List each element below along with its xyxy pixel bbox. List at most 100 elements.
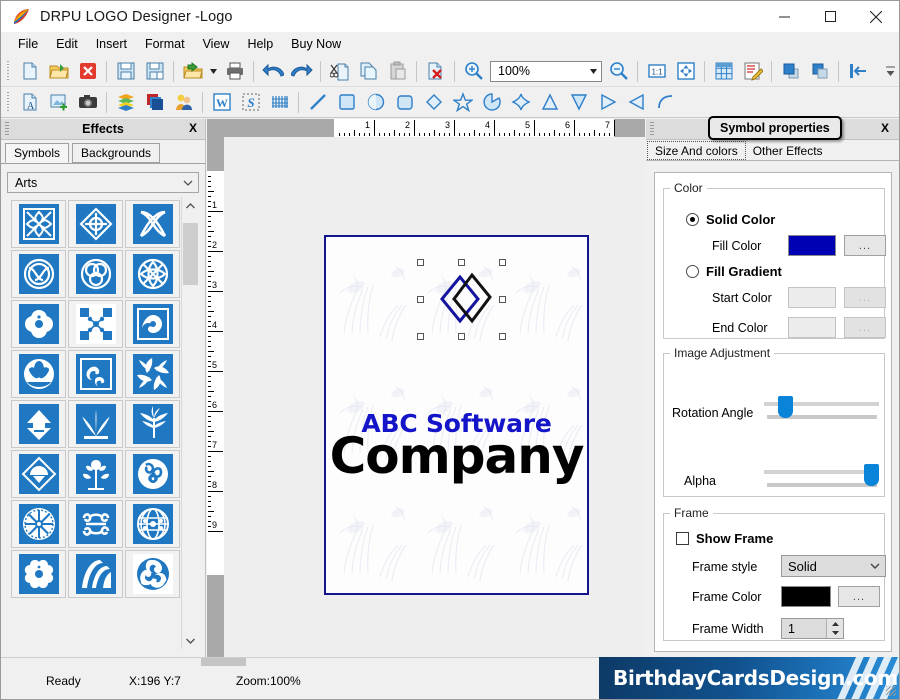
symbol-four-heart-clover[interactable] xyxy=(11,550,66,598)
export-dropdown-arrow-icon[interactable] xyxy=(208,58,219,85)
right-triangle-icon[interactable] xyxy=(594,89,621,116)
toolbar-overflow-icon[interactable] xyxy=(885,61,896,83)
symbol-properties-close-icon[interactable]: X xyxy=(881,121,889,135)
copy-icon[interactable] xyxy=(355,58,382,85)
selection-handle[interactable] xyxy=(458,259,465,266)
solid-color-radio[interactable] xyxy=(686,213,699,226)
barcode-icon[interactable] xyxy=(266,89,293,116)
selection-handle[interactable] xyxy=(499,333,506,340)
scrollbar-thumb[interactable] xyxy=(183,223,198,285)
resize-grip[interactable] xyxy=(886,686,896,696)
symbol-lotus-bloom[interactable] xyxy=(11,350,66,398)
insert-image-icon[interactable] xyxy=(45,89,72,116)
signature-icon[interactable]: S xyxy=(237,89,264,116)
slider-knob[interactable] xyxy=(778,396,793,418)
alpha-slider[interactable] xyxy=(764,464,879,490)
panel-grip[interactable] xyxy=(5,122,9,137)
four-point-star-icon[interactable] xyxy=(507,89,534,116)
cut-icon[interactable] xyxy=(326,58,353,85)
minimize-icon[interactable] xyxy=(761,1,807,32)
symbol-pinwheel-leaf[interactable] xyxy=(125,350,180,398)
down-triangle-icon[interactable] xyxy=(565,89,592,116)
close-document-icon[interactable] xyxy=(74,58,101,85)
maximize-icon[interactable] xyxy=(807,1,853,32)
redo-icon[interactable] xyxy=(288,58,315,85)
menu-insert[interactable]: Insert xyxy=(87,34,136,54)
rectangle-icon[interactable] xyxy=(333,89,360,116)
pie-icon[interactable] xyxy=(478,89,505,116)
double-diamond-symbol[interactable] xyxy=(414,263,504,335)
ellipse-icon[interactable] xyxy=(362,89,389,116)
zoom-out-icon[interactable] xyxy=(605,58,632,85)
insert-text-icon[interactable]: A xyxy=(16,89,43,116)
chevron-down-icon[interactable] xyxy=(865,563,885,569)
symbol-crescent-vine[interactable] xyxy=(68,350,123,398)
undo-icon[interactable] xyxy=(259,58,286,85)
horizontal-splitter[interactable] xyxy=(201,658,246,666)
new-document-icon[interactable] xyxy=(16,58,43,85)
tab-symbols[interactable]: Symbols xyxy=(5,143,70,163)
actual-size-icon[interactable]: 1:1 xyxy=(643,58,670,85)
symbol-triple-spiral[interactable] xyxy=(125,450,180,498)
canvas-scroll-area[interactable]: ABC Software Company xyxy=(224,137,645,657)
zoom-in-icon[interactable] xyxy=(460,58,487,85)
symbol-triple-loop-circle[interactable] xyxy=(68,250,123,298)
frame-color-swatch[interactable] xyxy=(781,586,831,607)
spinner-down-icon[interactable] xyxy=(827,628,843,638)
fill-gradient-radio[interactable] xyxy=(686,265,699,278)
panel-grip[interactable] xyxy=(650,122,654,137)
fit-page-icon[interactable] xyxy=(672,58,699,85)
symbol-interlace-knot[interactable] xyxy=(125,200,180,248)
save-as-icon[interactable] xyxy=(141,58,168,85)
bring-to-front-icon[interactable] xyxy=(777,58,804,85)
logo-text-line2[interactable]: Company xyxy=(326,427,587,485)
slider-knob[interactable] xyxy=(864,464,879,486)
align-left-icon[interactable] xyxy=(844,58,871,85)
start-color-picker-button[interactable]: ... xyxy=(844,287,886,308)
symbol-molecule-dots[interactable] xyxy=(68,300,123,348)
end-color-picker-button[interactable]: ... xyxy=(844,317,886,338)
show-frame-checkbox[interactable] xyxy=(676,532,689,545)
selection-handle[interactable] xyxy=(417,259,424,266)
symbol-celtic-cross-diamond[interactable] xyxy=(68,200,123,248)
close-icon[interactable] xyxy=(853,1,899,32)
symbol-swirl-square[interactable] xyxy=(125,300,180,348)
chevron-down-icon[interactable] xyxy=(178,180,198,186)
triangle-icon[interactable] xyxy=(536,89,563,116)
scroll-up-icon[interactable] xyxy=(182,197,199,214)
selection-handle[interactable] xyxy=(458,333,465,340)
symbol-arch-bridge[interactable] xyxy=(68,550,123,598)
end-color-swatch[interactable] xyxy=(788,317,836,338)
symbol-oak-tree[interactable] xyxy=(68,450,123,498)
zoom-level-combo[interactable]: 100% xyxy=(490,60,602,82)
open-folder-icon[interactable] xyxy=(45,58,72,85)
toolbar-grip[interactable] xyxy=(5,60,12,82)
menu-help[interactable]: Help xyxy=(238,34,282,54)
fill-color-picker-button[interactable]: ... xyxy=(844,235,886,256)
edit-properties-icon[interactable] xyxy=(739,58,766,85)
symbol-mandala-rosette[interactable] xyxy=(11,500,66,548)
send-to-back-icon[interactable] xyxy=(806,58,833,85)
tab-other-effects[interactable]: Other Effects xyxy=(746,141,830,160)
menu-buy-now[interactable]: Buy Now xyxy=(282,34,350,54)
delete-icon[interactable] xyxy=(422,58,449,85)
start-color-swatch[interactable] xyxy=(788,287,836,308)
symbol-triskelion[interactable] xyxy=(125,550,180,598)
selection-handle[interactable] xyxy=(417,333,424,340)
left-triangle-icon[interactable] xyxy=(623,89,650,116)
menu-view[interactable]: View xyxy=(194,34,239,54)
chevron-down-icon[interactable] xyxy=(586,68,601,74)
symbol-scroll-ornament[interactable] xyxy=(68,500,123,548)
symbol-grid-scrollbar[interactable] xyxy=(181,197,199,649)
symbol-palm-leaf[interactable] xyxy=(125,400,180,448)
symbol-double-ring-knot[interactable] xyxy=(11,250,66,298)
watermark-text-icon[interactable]: W xyxy=(208,89,235,116)
symbol-woven-circle[interactable] xyxy=(125,250,180,298)
symbol-globe-lattice[interactable] xyxy=(125,500,180,548)
frame-color-picker-button[interactable]: ... xyxy=(838,586,880,607)
symbol-celtic-knot-square[interactable] xyxy=(11,200,66,248)
grid-icon[interactable] xyxy=(710,58,737,85)
selection-handle[interactable] xyxy=(499,296,506,303)
toolbar-grip[interactable] xyxy=(5,91,12,113)
shapes-icon[interactable] xyxy=(141,89,168,116)
